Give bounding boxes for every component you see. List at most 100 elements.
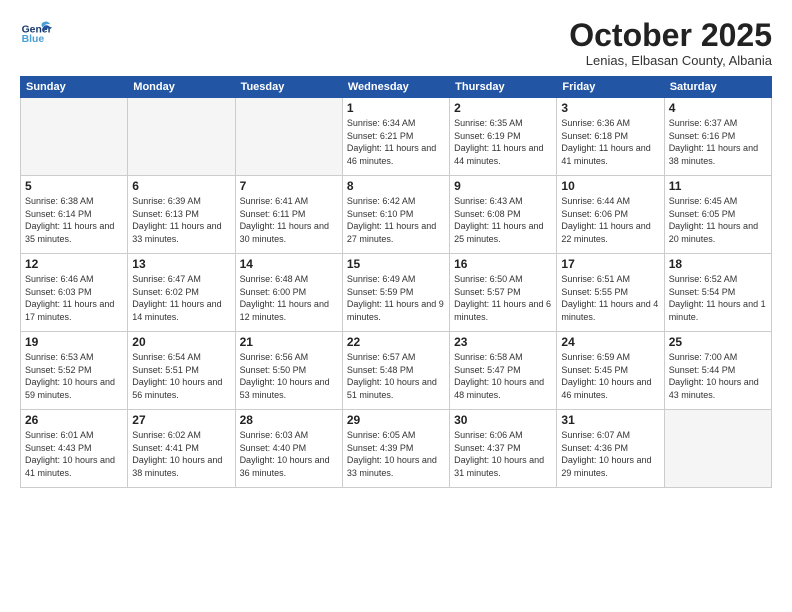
day-info: Sunrise: 6:50 AM Sunset: 5:57 PM Dayligh… bbox=[454, 273, 552, 323]
weekday-header-row: Sunday Monday Tuesday Wednesday Thursday… bbox=[21, 77, 772, 98]
day-number: 18 bbox=[669, 257, 767, 271]
logo-icon: General Blue bbox=[20, 18, 52, 50]
day-number: 28 bbox=[240, 413, 338, 427]
header-tuesday: Tuesday bbox=[235, 77, 342, 98]
header-monday: Monday bbox=[128, 77, 235, 98]
day-info: Sunrise: 6:05 AM Sunset: 4:39 PM Dayligh… bbox=[347, 429, 445, 479]
day-number: 11 bbox=[669, 179, 767, 193]
day-info: Sunrise: 6:34 AM Sunset: 6:21 PM Dayligh… bbox=[347, 117, 445, 167]
svg-text:Blue: Blue bbox=[22, 34, 45, 45]
table-row: 24Sunrise: 6:59 AM Sunset: 5:45 PM Dayli… bbox=[557, 332, 664, 410]
table-row: 22 Sunrise: 6:57 AM Sunset: 5:48 PM Dayli… bbox=[342, 332, 449, 410]
day-number: 24 bbox=[561, 335, 659, 349]
calendar-week-row: 19 Sunrise: 6:53 AM Sunset: 5:52 PM Dayli… bbox=[21, 332, 772, 410]
day-info: Sunrise: 6:36 AM Sunset: 6:18 PM Dayligh… bbox=[561, 117, 659, 167]
day-info: Sunrise: 6:51 AM Sunset: 5:55 PM Dayligh… bbox=[561, 273, 659, 323]
day-info: Sunrise: 7:00 AM Sunset: 5:44 PM Dayligh… bbox=[669, 351, 767, 401]
table-row: 23 Sunrise: 6:58 AM Sunset: 5:47 PM Dayli… bbox=[450, 332, 557, 410]
day-info: Sunrise: 6:53 AM Sunset: 5:52 PM Dayligh… bbox=[25, 351, 123, 401]
day-number: 8 bbox=[347, 179, 445, 193]
table-row: 14 Sunrise: 6:48 AM Sunset: 6:00 PM Dayli… bbox=[235, 254, 342, 332]
day-number: 30 bbox=[454, 413, 552, 427]
table-row: 5 Sunrise: 6:38 AM Sunset: 6:14 PM Daylig… bbox=[21, 176, 128, 254]
logo: General Blue bbox=[20, 18, 52, 50]
day-number: 23 bbox=[454, 335, 552, 349]
day-number: 3 bbox=[561, 101, 659, 115]
header-sunday: Sunday bbox=[21, 77, 128, 98]
calendar-week-row: 12 Sunrise: 6:46 AM Sunset: 6:03 PM Dayli… bbox=[21, 254, 772, 332]
day-info: Sunrise: 6:06 AM Sunset: 4:37 PM Dayligh… bbox=[454, 429, 552, 479]
day-info: Sunrise: 6:48 AM Sunset: 6:00 PM Dayligh… bbox=[240, 273, 338, 323]
table-row: 8Sunrise: 6:42 AM Sunset: 6:10 PM Daylig… bbox=[342, 176, 449, 254]
day-info: Sunrise: 6:58 AM Sunset: 5:47 PM Dayligh… bbox=[454, 351, 552, 401]
day-number: 27 bbox=[132, 413, 230, 427]
header: General Blue October 2025 Lenias, Elbasa… bbox=[20, 18, 772, 68]
calendar-week-row: 1 Sunrise: 6:34 AM Sunset: 6:21 PM Daylig… bbox=[21, 98, 772, 176]
day-info: Sunrise: 6:56 AM Sunset: 5:50 PM Dayligh… bbox=[240, 351, 338, 401]
day-number: 25 bbox=[669, 335, 767, 349]
table-row: 16Sunrise: 6:50 AM Sunset: 5:57 PM Dayli… bbox=[450, 254, 557, 332]
table-row: 21Sunrise: 6:56 AM Sunset: 5:50 PM Dayli… bbox=[235, 332, 342, 410]
table-row: 31 Sunrise: 6:07 AM Sunset: 4:36 PM Dayli… bbox=[557, 410, 664, 488]
table-row: 19 Sunrise: 6:53 AM Sunset: 5:52 PM Dayli… bbox=[21, 332, 128, 410]
day-info: Sunrise: 6:52 AM Sunset: 5:54 PM Dayligh… bbox=[669, 273, 767, 323]
table-row: 6Sunrise: 6:39 AM Sunset: 6:13 PM Daylig… bbox=[128, 176, 235, 254]
table-row: 30 Sunrise: 6:06 AM Sunset: 4:37 PM Dayli… bbox=[450, 410, 557, 488]
table-row: 28Sunrise: 6:03 AM Sunset: 4:40 PM Dayli… bbox=[235, 410, 342, 488]
table-row: 17 Sunrise: 6:51 AM Sunset: 5:55 PM Dayli… bbox=[557, 254, 664, 332]
calendar-week-row: 5 Sunrise: 6:38 AM Sunset: 6:14 PM Daylig… bbox=[21, 176, 772, 254]
day-info: Sunrise: 6:57 AM Sunset: 5:48 PM Dayligh… bbox=[347, 351, 445, 401]
day-number: 29 bbox=[347, 413, 445, 427]
table-row bbox=[21, 98, 128, 176]
day-info: Sunrise: 6:41 AM Sunset: 6:11 PM Dayligh… bbox=[240, 195, 338, 245]
day-number: 20 bbox=[132, 335, 230, 349]
day-number: 17 bbox=[561, 257, 659, 271]
day-info: Sunrise: 6:44 AM Sunset: 6:06 PM Dayligh… bbox=[561, 195, 659, 245]
table-row: 1 Sunrise: 6:34 AM Sunset: 6:21 PM Daylig… bbox=[342, 98, 449, 176]
day-number: 19 bbox=[25, 335, 123, 349]
table-row bbox=[235, 98, 342, 176]
day-info: Sunrise: 6:35 AM Sunset: 6:19 PM Dayligh… bbox=[454, 117, 552, 167]
month-title: October 2025 bbox=[569, 18, 772, 53]
table-row: 15 Sunrise: 6:49 AM Sunset: 5:59 PM Dayli… bbox=[342, 254, 449, 332]
day-info: Sunrise: 6:43 AM Sunset: 6:08 PM Dayligh… bbox=[454, 195, 552, 245]
day-number: 6 bbox=[132, 179, 230, 193]
day-number: 22 bbox=[347, 335, 445, 349]
table-row: 27 Sunrise: 6:02 AM Sunset: 4:41 PM Dayli… bbox=[128, 410, 235, 488]
day-number: 12 bbox=[25, 257, 123, 271]
day-number: 1 bbox=[347, 101, 445, 115]
header-friday: Friday bbox=[557, 77, 664, 98]
day-number: 15 bbox=[347, 257, 445, 271]
day-number: 9 bbox=[454, 179, 552, 193]
header-wednesday: Wednesday bbox=[342, 77, 449, 98]
table-row: 4Sunrise: 6:37 AM Sunset: 6:16 PM Daylig… bbox=[664, 98, 771, 176]
table-row: 13Sunrise: 6:47 AM Sunset: 6:02 PM Dayli… bbox=[128, 254, 235, 332]
location-subtitle: Lenias, Elbasan County, Albania bbox=[569, 53, 772, 68]
table-row: 18 Sunrise: 6:52 AM Sunset: 5:54 PM Dayli… bbox=[664, 254, 771, 332]
table-row: 11 Sunrise: 6:45 AM Sunset: 6:05 PM Dayli… bbox=[664, 176, 771, 254]
day-number: 2 bbox=[454, 101, 552, 115]
header-thursday: Thursday bbox=[450, 77, 557, 98]
table-row: 26 Sunrise: 6:01 AM Sunset: 4:43 PM Dayli… bbox=[21, 410, 128, 488]
day-info: Sunrise: 6:02 AM Sunset: 4:41 PM Dayligh… bbox=[132, 429, 230, 479]
day-info: Sunrise: 6:37 AM Sunset: 6:16 PM Dayligh… bbox=[669, 117, 767, 167]
day-info: Sunrise: 6:49 AM Sunset: 5:59 PM Dayligh… bbox=[347, 273, 445, 323]
day-number: 5 bbox=[25, 179, 123, 193]
day-info: Sunrise: 6:45 AM Sunset: 6:05 PM Dayligh… bbox=[669, 195, 767, 245]
table-row: 29 Sunrise: 6:05 AM Sunset: 4:39 PM Dayli… bbox=[342, 410, 449, 488]
day-info: Sunrise: 6:07 AM Sunset: 4:36 PM Dayligh… bbox=[561, 429, 659, 479]
day-info: Sunrise: 6:01 AM Sunset: 4:43 PM Dayligh… bbox=[25, 429, 123, 479]
table-row bbox=[664, 410, 771, 488]
day-number: 14 bbox=[240, 257, 338, 271]
day-number: 7 bbox=[240, 179, 338, 193]
day-number: 31 bbox=[561, 413, 659, 427]
table-row: 12 Sunrise: 6:46 AM Sunset: 6:03 PM Dayli… bbox=[21, 254, 128, 332]
calendar-table: Sunday Monday Tuesday Wednesday Thursday… bbox=[20, 76, 772, 488]
day-info: Sunrise: 6:38 AM Sunset: 6:14 PM Dayligh… bbox=[25, 195, 123, 245]
day-info: Sunrise: 6:46 AM Sunset: 6:03 PM Dayligh… bbox=[25, 273, 123, 323]
table-row: 25 Sunrise: 7:00 AM Sunset: 5:44 PM Dayli… bbox=[664, 332, 771, 410]
day-number: 26 bbox=[25, 413, 123, 427]
day-info: Sunrise: 6:54 AM Sunset: 5:51 PM Dayligh… bbox=[132, 351, 230, 401]
day-number: 10 bbox=[561, 179, 659, 193]
day-info: Sunrise: 6:47 AM Sunset: 6:02 PM Dayligh… bbox=[132, 273, 230, 323]
